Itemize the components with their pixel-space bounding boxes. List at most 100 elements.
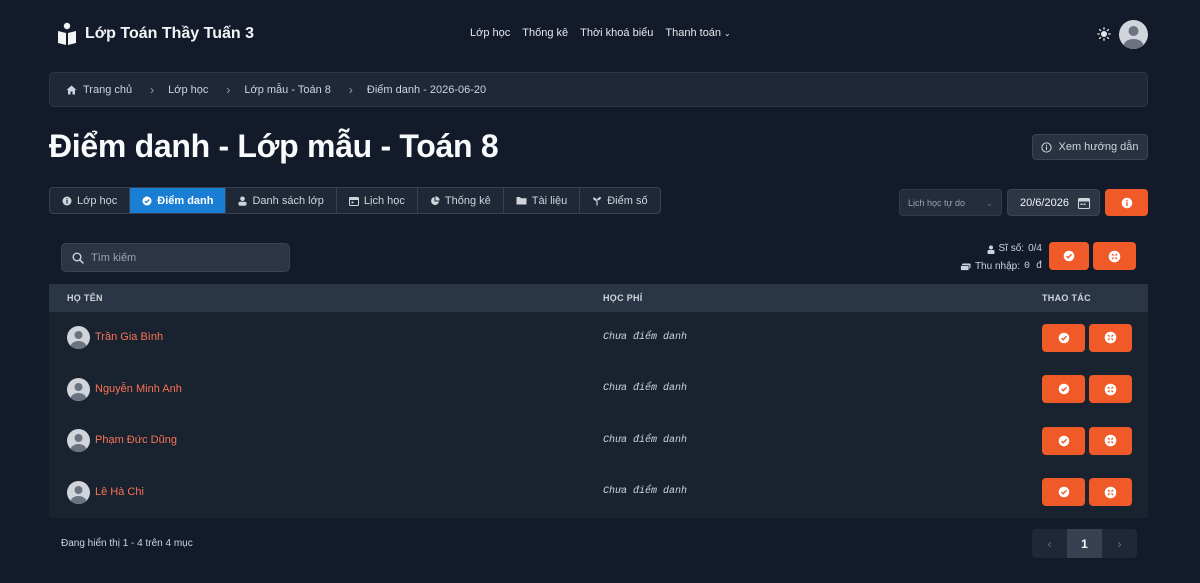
tab-diem-so[interactable]: Điểm số [580,188,659,213]
nav-item-thanh-toan-label: Thanh toán [665,27,722,39]
nav-item-thanh-toan[interactable]: Thanh toán ⌄ [665,27,730,39]
avatar [67,326,90,350]
chevron-right-icon: › [150,82,155,97]
avatar [67,480,90,504]
mark-absent-button[interactable] [1089,426,1132,455]
brand-name: Lớp Toán Thầy Tuấn 3 [85,25,255,42]
calendar-icon [1078,198,1090,209]
user-x-icon [1104,486,1117,499]
column-header-name: HỌ TÊN [67,293,103,303]
mark-present-button[interactable] [1042,426,1085,455]
user-silhouette-icon [70,331,87,350]
info-icon [62,196,72,205]
breadcrumb-current: Điểm danh - 2026-06-20 [366,83,487,96]
folder-icon [516,197,527,205]
guide-button[interactable]: Xem hướng dẫn [1032,134,1148,160]
sun-icon[interactable] [1097,27,1111,41]
next-page-button[interactable]: › [1102,529,1137,558]
check-circle-icon [1058,383,1069,395]
mark-present-button[interactable] [1042,323,1085,352]
breadcrumb-home[interactable]: Trang chủ [66,84,132,96]
mark-present-button[interactable] [1042,375,1085,404]
mark-absent-button[interactable] [1089,375,1132,404]
student-name-link[interactable]: Nguyễn Minh Anh [95,383,182,395]
fee-status: Chưa điểm danh [603,383,688,395]
tab-label: Lịch học [363,194,405,207]
page-title: Điểm danh - Lớp mẫu - Toán 8 [49,128,499,164]
fee-status: Chưa điểm danh [603,486,688,498]
user-icon [987,245,995,254]
class-tabs: Lớp học Điểm danh Danh sách lớp Lịch học… [49,187,661,214]
table-row: Lê Hà Chi Chưa điểm danh [49,467,1148,519]
nav-item-thoi-khoa-bieu[interactable]: Thời khoá biểu [580,27,653,39]
nav-item-lop-hoc[interactable]: Lớp học [470,27,510,39]
table-header: HỌ TÊN HỌC PHÍ THAO TÁC [49,284,1148,312]
stat-si-so-label: Sĩ số: [998,243,1025,254]
check-circle-icon [1063,250,1075,262]
search-box [61,243,290,272]
avatar [67,429,90,453]
breadcrumb-lop-hoc[interactable]: Lớp học [168,84,208,96]
tab-label: Danh sách lớp [252,194,324,207]
tab-label: Thống kê [444,194,491,207]
mark-present-button[interactable] [1042,478,1085,507]
avatar [67,377,90,401]
tab-thong-ke[interactable]: Thống kê [418,188,504,213]
money-icon [960,263,971,271]
info-icon [1121,197,1132,208]
breadcrumb-class[interactable]: Lớp mẫu - Toán 8 [244,84,331,96]
user-silhouette-icon [70,434,87,453]
tab-label: Tài liệu [531,194,568,207]
student-name-link[interactable]: Phạm Đức Dũng [95,434,177,446]
page-button-1[interactable]: 1 [1067,529,1102,558]
schedule-select-value: Lịch học tự do [908,197,966,208]
user-avatar[interactable] [1119,20,1148,49]
mark-absent-button[interactable] [1089,323,1132,352]
book-reader-icon [58,22,76,45]
row-actions [1042,375,1132,404]
student-name-link[interactable]: Lê Hà Chi [95,486,144,498]
tab-label: Điểm danh [157,194,214,207]
table-row: Phạm Đức Dũng Chưa điểm danh [49,415,1148,467]
chevron-down-icon: ⌄ [986,199,993,208]
user-x-icon [1104,434,1117,447]
breadcrumb: Trang chủ › Lớp học › Lớp mẫu - Toán 8 ›… [49,72,1148,107]
date-input[interactable]: 20/6/2026 [1007,189,1100,216]
schedule-select[interactable]: Lịch học tự do ⌄ [899,189,1002,216]
tab-lop-hoc[interactable]: Lớp học [50,188,131,213]
student-name-link[interactable]: Trần Gia Bình [95,331,163,343]
row-actions [1042,323,1132,352]
brand[interactable]: Lớp Toán Thầy Tuấn 3 [57,22,254,46]
nav-item-thong-ke[interactable]: Thống kê [522,27,568,39]
tab-label: Điểm số [607,194,648,207]
stat-thu-nhap-label: Thu nhập: [974,261,1020,272]
breadcrumb-home-label: Trang chủ [83,83,133,96]
bulk-actions [1049,242,1136,270]
calendar-icon [348,196,359,206]
table-row: Trần Gia Bình Chưa điểm danh [49,312,1148,364]
tab-danh-sach-lop[interactable]: Danh sách lớp [226,188,337,213]
check-circle-icon [1058,486,1069,498]
mark-all-present-button[interactable] [1049,242,1089,270]
tab-tai-lieu[interactable]: Tài liệu [504,188,581,213]
tab-lich-hoc[interactable]: Lịch học [337,188,418,213]
table-body: Trần Gia Bình Chưa điểm danh Nguyễn Minh A… [49,312,1148,518]
prev-page-button[interactable]: ‹ [1032,529,1067,558]
stat-si-so: Sĩ số: 0/4 [960,240,1042,258]
info-button[interactable] [1105,189,1148,216]
chevron-right-icon: › [226,82,231,97]
main-nav: Lớp học Thống kê Thời khoá biểu Thanh to… [470,27,731,39]
seedling-icon [593,196,602,205]
pagination-summary: Đang hiển thị 1 - 4 trên 4 mục [61,538,193,549]
attendance-table: HỌ TÊN HỌC PHÍ THAO TÁC Trần Gia Bình Chư… [49,284,1148,518]
tab-diem-danh[interactable]: Điểm danh [130,188,227,213]
search-input[interactable] [91,251,271,264]
guide-button-label: Xem hướng dẫn [1058,141,1139,153]
mark-all-absent-button[interactable] [1093,242,1136,270]
column-header-actions: THAO TÁC [1042,293,1091,303]
pie-chart-icon [430,195,440,205]
mark-absent-button[interactable] [1089,478,1132,507]
user-silhouette-icon [70,485,87,504]
row-actions [1042,478,1132,507]
check-circle-icon [142,196,152,205]
